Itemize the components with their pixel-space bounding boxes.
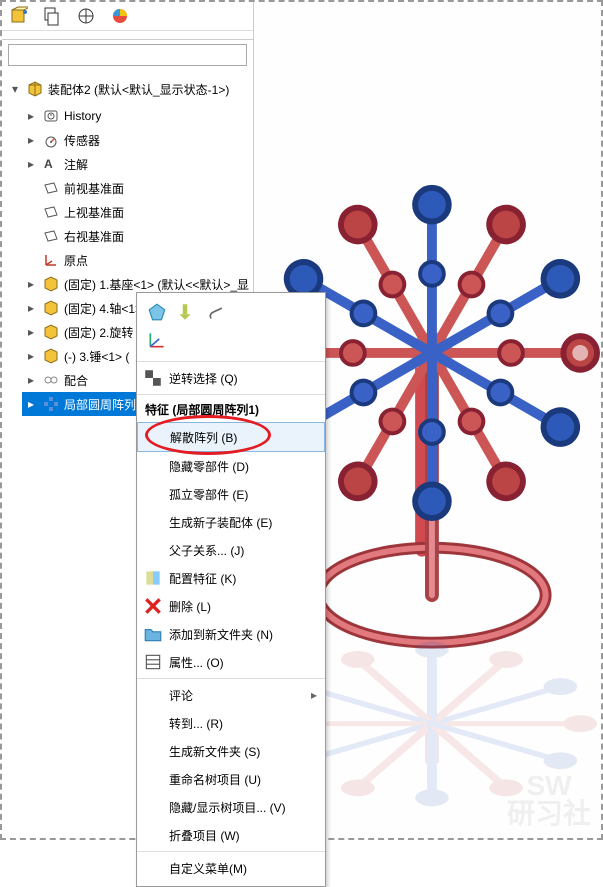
caret-icon[interactable]: ▸	[24, 157, 38, 171]
ctx-gen-folder[interactable]: 生成新文件夹 (S)	[137, 737, 325, 765]
ctx-parent-child[interactable]: 父子关系... (J)	[137, 536, 325, 564]
caret-icon[interactable]: ▸	[24, 349, 38, 363]
context-toolbar-row2	[137, 327, 325, 359]
part-icon	[42, 323, 60, 341]
origin-icon	[42, 251, 60, 269]
invert-icon	[143, 369, 163, 387]
tree-annotation[interactable]: ▸A注解	[22, 152, 253, 176]
ctx-isolate-component[interactable]: 孤立零部件 (E)	[137, 480, 325, 508]
caret-icon[interactable]: ▸	[24, 397, 38, 411]
sensor-icon	[42, 131, 60, 149]
part-icon	[42, 275, 60, 293]
ctx-config-feature[interactable]: 配置特征 (K)	[137, 564, 325, 592]
tree-filter-input[interactable]	[8, 44, 247, 66]
ctx-custom-menu[interactable]: 自定义菜单(M)	[137, 854, 325, 882]
mates-icon	[42, 371, 60, 389]
assembly-root[interactable]: ▾ 装配体2 (默认<默认_显示状态-1>)	[2, 74, 253, 104]
caret-icon[interactable]: ▸	[24, 277, 38, 291]
ctx-collapse[interactable]: 折叠项目 (W)	[137, 821, 325, 849]
config-icon	[143, 569, 163, 587]
chevron-right-icon: ▸	[311, 688, 317, 702]
assembly-icon	[26, 80, 44, 98]
view-tab-icon[interactable]	[76, 6, 96, 26]
tree-history[interactable]: ▸History	[22, 104, 253, 128]
hide-show-tab-icon[interactable]	[42, 6, 62, 26]
assembly-tab-icon[interactable]	[8, 6, 28, 26]
ctx-properties[interactable]: 属性... (O)	[137, 648, 325, 676]
filter-bar	[2, 40, 253, 74]
ctx-rename[interactable]: 重命名树项目 (U)	[137, 765, 325, 793]
context-menu: 逆转选择 (Q) 特征 (局部圆周阵列1) 解散阵列 (B) 隐藏零部件 (D)…	[136, 292, 326, 887]
ctx-hide-show-tree[interactable]: 隐藏/显示树项目... (V)	[137, 793, 325, 821]
caret-icon[interactable]: ▸	[24, 133, 38, 147]
coord-sys-icon[interactable]	[147, 331, 167, 349]
ctx-delete[interactable]: 删除 (L)	[137, 592, 325, 620]
ctx-goto[interactable]: 转到... (R)	[137, 709, 325, 737]
plane-icon	[42, 227, 60, 245]
plane-icon	[42, 179, 60, 197]
part-icon	[42, 347, 60, 365]
paperclip-icon[interactable]	[203, 303, 223, 321]
assembly-name: 装配体2 (默认<默认_显示状态-1>)	[48, 81, 229, 98]
ctx-invert-select[interactable]: 逆转选择 (Q)	[137, 364, 325, 392]
folder-icon	[143, 625, 163, 643]
appearance-tab-icon[interactable]	[110, 6, 130, 26]
tree-sensor[interactable]: ▸传感器	[22, 128, 253, 152]
ctx-new-subassembly[interactable]: 生成新子装配体 (E)	[137, 508, 325, 536]
properties-icon	[143, 653, 163, 671]
annotation-icon: A	[42, 155, 60, 173]
watermark: SW 研习社	[507, 772, 591, 828]
tab-toolbar	[2, 2, 253, 31]
ctx-comment[interactable]: 评论▸	[137, 681, 325, 709]
svg-text:A: A	[44, 157, 53, 171]
caret-icon[interactable]: ▸	[24, 325, 38, 339]
tree-plane-right[interactable]: 右视基准面	[22, 224, 253, 248]
tree-header-spacer	[2, 31, 253, 40]
part-icon	[42, 299, 60, 317]
tree-plane-front[interactable]: 前视基准面	[22, 176, 253, 200]
ctx-hide-component[interactable]: 隐藏零部件 (D)	[137, 452, 325, 480]
caret-icon[interactable]: ▾	[8, 82, 22, 96]
caret-icon[interactable]: ▸	[24, 109, 38, 123]
caret-icon[interactable]: ▸	[24, 301, 38, 315]
ctx-add-folder[interactable]: 添加到新文件夹 (N)	[137, 620, 325, 648]
ctx-heading: 特征 (局部圆周阵列1)	[137, 397, 325, 422]
plane-icon	[42, 203, 60, 221]
delete-icon	[143, 597, 163, 615]
tree-plane-top[interactable]: 上视基准面	[22, 200, 253, 224]
polygon-icon[interactable]	[147, 303, 167, 321]
tree-origin[interactable]: 原点	[22, 248, 253, 272]
caret-icon[interactable]: ▸	[24, 373, 38, 387]
history-icon	[42, 107, 60, 125]
ctx-dissolve-pattern[interactable]: 解散阵列 (B)	[137, 422, 325, 452]
pattern-icon	[42, 395, 60, 413]
down-icon[interactable]	[175, 303, 195, 321]
context-toolbar-row1	[137, 297, 325, 327]
